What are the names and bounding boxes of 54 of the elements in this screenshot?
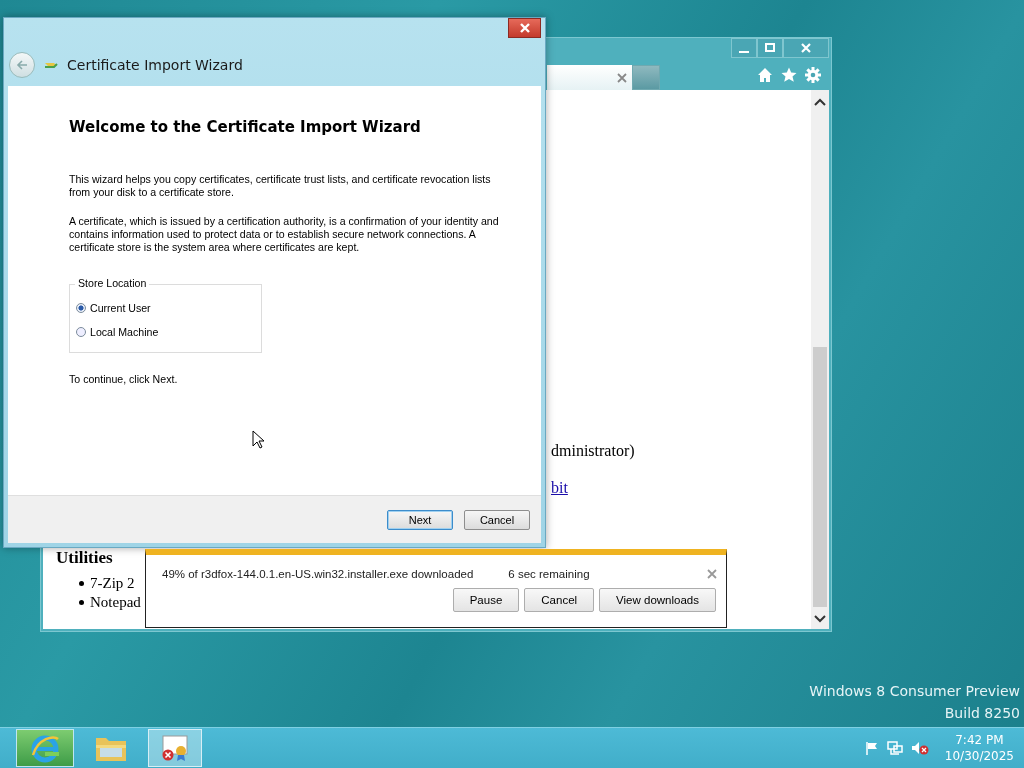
radio-option[interactable]: Local Machine (76, 320, 261, 344)
network-icon[interactable] (886, 741, 903, 755)
download-link[interactable]: bit (551, 479, 568, 497)
taskbar-button[interactable] (16, 729, 74, 767)
window-title: Certificate Import Wizard (67, 57, 243, 73)
list-item: Notepad (90, 593, 141, 612)
home-icon[interactable] (757, 66, 773, 83)
radio-button[interactable] (76, 327, 86, 337)
edition-text: Windows 8 Consumer Preview (809, 682, 1020, 701)
instruction-text: To continue, click Next. (69, 373, 179, 385)
close-icon[interactable] (617, 72, 627, 83)
radio-button[interactable] (76, 303, 86, 313)
new-tab-button[interactable] (632, 65, 660, 90)
download-button[interactable]: Pause (452, 588, 520, 612)
settings-icon[interactable] (805, 66, 821, 83)
scrollbar[interactable] (811, 90, 829, 629)
download-status: 49% of r3dfox-144.0.1.en-US.win32.installer.exe downloaded (162, 568, 474, 580)
download-button[interactable]: View downloads (599, 588, 716, 612)
section-heading: Utilities (56, 548, 113, 568)
list-item: 7-Zip 2 (90, 574, 135, 593)
radio-option[interactable]: Current User (76, 296, 261, 320)
mouse-pointer-icon (252, 430, 264, 449)
maximize-button[interactable] (757, 38, 783, 58)
back-button[interactable] (9, 52, 35, 78)
time-remaining: 6 sec remaining (508, 568, 590, 580)
back-arrow-icon (16, 60, 28, 70)
close-icon[interactable] (707, 569, 717, 579)
wizard-heading: Welcome to the Certificate Import Wizard (69, 118, 422, 136)
close-icon (518, 23, 531, 33)
flag-icon[interactable] (864, 741, 879, 755)
speaker-muted-icon[interactable] (910, 741, 929, 755)
star-icon[interactable] (781, 66, 797, 83)
group-label: Store Location (75, 277, 150, 289)
download-button[interactable]: Cancel (524, 588, 595, 612)
wizard-button[interactable]: Cancel (464, 509, 530, 530)
edition-text: Build 8250 (943, 704, 1020, 723)
browser-tab[interactable] (547, 65, 632, 90)
wizard-button[interactable]: Next (387, 509, 453, 530)
minimize-button[interactable] (731, 38, 757, 58)
certificate-icon (159, 734, 191, 762)
bullet-icon (79, 600, 84, 605)
minimize-icon (739, 50, 749, 53)
browser-icon (30, 733, 60, 763)
maximize-icon (764, 43, 776, 53)
description-text: A certificate, which is issued by a certification authority, is a confirmation of your identity and contains information used to protect data or to establish secure network connections. A certificate store is the system area where certificates are kept. (69, 215, 500, 254)
description-text: This wizard helps you copy certificates, certificate trust lists, and certificate revocation lists from your disk to a certificate store. (69, 173, 492, 199)
close-icon (799, 43, 813, 53)
scroll-up-icon[interactable] (814, 98, 826, 106)
close-button[interactable] (508, 18, 541, 38)
scroll-down-icon[interactable] (814, 615, 826, 623)
body-text: dministrator) (551, 442, 635, 460)
bullet-icon (79, 581, 84, 586)
scroll-thumb[interactable] (813, 347, 827, 607)
taskbar-button[interactable] (148, 729, 202, 767)
